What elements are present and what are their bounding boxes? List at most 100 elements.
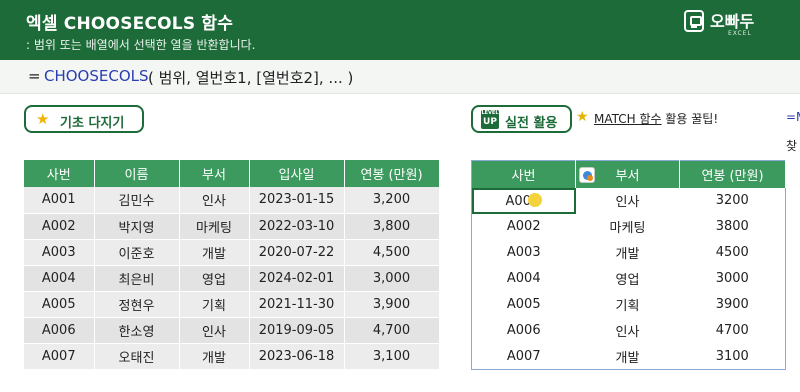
tip-text: MATCH 함수 활용 꿀팁! bbox=[594, 110, 718, 127]
table-cell[interactable]: 4500 bbox=[679, 239, 786, 266]
table-cell[interactable]: 4,700 bbox=[344, 317, 440, 344]
clipped-text: 찾 bbox=[786, 139, 798, 153]
table-row: A007 개발 3100 bbox=[471, 343, 786, 370]
column-header[interactable]: 부서 bbox=[179, 160, 250, 187]
table-cell[interactable]: A006 bbox=[471, 317, 576, 344]
table-cell[interactable]: 3,900 bbox=[344, 291, 440, 318]
table-cell[interactable]: 3200 bbox=[679, 187, 786, 214]
column-header[interactable]: 연봉 (만원) bbox=[679, 160, 786, 188]
table-cell[interactable]: 3800 bbox=[679, 213, 786, 240]
table-cell[interactable]: 인사 bbox=[179, 187, 250, 214]
table-row: A004 최은비 영업 2024-02-01 3,000 bbox=[24, 265, 440, 292]
flash-fill-icon[interactable] bbox=[579, 167, 595, 183]
table-cell[interactable]: 김민수 bbox=[94, 187, 180, 214]
table-cell[interactable]: 박지영 bbox=[94, 213, 180, 240]
table-cell[interactable]: A001 bbox=[24, 187, 95, 214]
practical-button[interactable]: LEVEL UP 실전 활용 bbox=[471, 105, 572, 133]
table-row: A001 김민수 인사 2023-01-15 3,200 bbox=[24, 187, 440, 214]
table-cell[interactable]: 마케팅 bbox=[179, 213, 250, 240]
practical-button-label: 실전 활용 bbox=[505, 116, 558, 131]
table-cell[interactable]: 2023-01-15 bbox=[249, 187, 345, 214]
table-cell[interactable]: 개발 bbox=[179, 239, 250, 266]
table-cell[interactable]: 2021-11-30 bbox=[249, 291, 345, 318]
column-header[interactable]: 사번 bbox=[24, 160, 95, 187]
table-cell[interactable]: 기획 bbox=[575, 291, 680, 318]
table-row: A002 박지영 마케팅 2022-03-10 3,800 bbox=[24, 213, 440, 240]
formula-syntax: = CHOOSECOLS ( 범위, 열번호1, [열번호2], ... ) bbox=[0, 60, 800, 94]
table-row: A006 인사 4700 bbox=[471, 317, 786, 344]
column-header[interactable]: 사번 bbox=[471, 160, 576, 188]
formula-function-name: CHOOSECOLS bbox=[44, 67, 149, 85]
level-up-badge-bottom: UP bbox=[483, 117, 497, 127]
table-cell[interactable]: 영업 bbox=[179, 265, 250, 292]
table-cell[interactable]: A007 bbox=[24, 343, 95, 370]
table-cell[interactable]: A003 bbox=[471, 239, 576, 266]
column-header[interactable]: 이름 bbox=[94, 160, 180, 187]
column-header[interactable]: 입사일 bbox=[249, 160, 345, 187]
table-cell[interactable]: A003 bbox=[24, 239, 95, 266]
table-cell[interactable]: 최은비 bbox=[94, 265, 180, 292]
table-header-row: 사번 이름 부서 입사일 연봉 (만원) bbox=[24, 160, 440, 187]
table-cell[interactable]: 3,800 bbox=[344, 213, 440, 240]
table-cell[interactable]: 3000 bbox=[679, 265, 786, 292]
clipped-formula-text: =M bbox=[786, 110, 800, 124]
page-subtitle: : 범위 또는 배열에서 선택한 열을 반환합니다. bbox=[26, 38, 256, 52]
table-cell[interactable]: 개발 bbox=[179, 343, 250, 370]
table-cell[interactable]: 인사 bbox=[575, 187, 680, 214]
table-cell[interactable]: 이준호 bbox=[94, 239, 180, 266]
result-table: 사번 부서 연봉 (만원) A00 인사 3200 A002 마케팅 3800 … bbox=[471, 160, 786, 370]
table-cell[interactable]: 한소영 bbox=[94, 317, 180, 344]
logo-icon bbox=[684, 10, 704, 32]
table-cell[interactable]: A007 bbox=[471, 343, 576, 370]
table-cell[interactable]: A002 bbox=[24, 213, 95, 240]
level-up-badge-top: LEVEL bbox=[481, 110, 499, 116]
table-cell[interactable]: 2023-06-18 bbox=[249, 343, 345, 370]
table-cell[interactable]: 마케팅 bbox=[575, 213, 680, 240]
table-row: A004 영업 3000 bbox=[471, 265, 786, 292]
table-cell[interactable]: A005 bbox=[471, 291, 576, 318]
table-row: A005 기획 3900 bbox=[471, 291, 786, 318]
table-cell[interactable]: 인사 bbox=[575, 317, 680, 344]
source-table: 사번 이름 부서 입사일 연봉 (만원) A001 김민수 인사 2023-01… bbox=[24, 160, 440, 370]
table-row: A00 인사 3200 bbox=[471, 187, 786, 214]
table-header-row: 사번 부서 연봉 (만원) bbox=[471, 160, 786, 188]
table-cell[interactable]: 오태진 bbox=[94, 343, 180, 370]
table-row: A005 정현우 기획 2021-11-30 3,900 bbox=[24, 291, 440, 318]
table-cell[interactable]: 2019-09-05 bbox=[249, 317, 345, 344]
level-up-icon: LEVEL UP bbox=[481, 110, 499, 129]
table-cell[interactable]: 3,200 bbox=[344, 187, 440, 214]
table-cell[interactable]: A005 bbox=[24, 291, 95, 318]
table-cell[interactable]: 영업 bbox=[575, 265, 680, 292]
table-cell[interactable]: 4,500 bbox=[344, 239, 440, 266]
table-cell[interactable]: 2020-07-22 bbox=[249, 239, 345, 266]
table-cell[interactable]: 3,000 bbox=[344, 265, 440, 292]
selected-cell[interactable]: A00 bbox=[471, 187, 576, 214]
logo: 오빠두 EXCEL bbox=[684, 8, 770, 44]
table-cell[interactable]: 3100 bbox=[679, 343, 786, 370]
table-cell[interactable]: A006 bbox=[24, 317, 95, 344]
table-row: A006 한소영 인사 2019-09-05 4,700 bbox=[24, 317, 440, 344]
table-cell[interactable]: 개발 bbox=[575, 343, 680, 370]
table-cell[interactable]: 개발 bbox=[575, 239, 680, 266]
page-title: 엑셀 CHOOSECOLS 함수 bbox=[26, 14, 234, 34]
basic-button[interactable]: ★ 기초 다지기 bbox=[24, 105, 144, 133]
table-cell[interactable]: A002 bbox=[471, 213, 576, 240]
table-cell[interactable]: A004 bbox=[471, 265, 576, 292]
table-cell[interactable]: 2024-02-01 bbox=[249, 265, 345, 292]
table-cell[interactable]: 2022-03-10 bbox=[249, 213, 345, 240]
table-cell[interactable]: 3900 bbox=[679, 291, 786, 318]
table-row: A003 개발 4500 bbox=[471, 239, 786, 266]
table-cell[interactable]: 인사 bbox=[179, 317, 250, 344]
table-cell[interactable]: 기획 bbox=[179, 291, 250, 318]
match-link[interactable]: MATCH 함수 bbox=[594, 112, 662, 126]
tip-text-rest: 활용 꿀팁! bbox=[661, 112, 719, 126]
table-cell[interactable]: 4700 bbox=[679, 317, 786, 344]
formula-equals: = bbox=[28, 67, 41, 85]
table-cell[interactable]: A004 bbox=[24, 265, 95, 292]
column-header[interactable]: 연봉 (만원) bbox=[344, 160, 440, 187]
table-cell[interactable]: 정현우 bbox=[94, 291, 180, 318]
star-icon: ★ bbox=[576, 109, 589, 125]
cursor-highlight-icon bbox=[527, 192, 542, 207]
basic-button-label: 기초 다지기 bbox=[60, 116, 125, 131]
table-cell[interactable]: 3,100 bbox=[344, 343, 440, 370]
